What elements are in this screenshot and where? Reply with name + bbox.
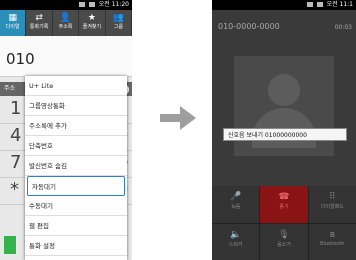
tab-contacts[interactable]: 👤 주소록	[53, 10, 80, 36]
arrow-right-icon	[160, 106, 196, 130]
phone-screen-dialer: 오전 11:20 ▦ 다이얼 ⇄ 통화기록 👤 주소록 ★ 즐겨찾기 👥 그룹 010 1…	[0, 0, 132, 260]
caller-number: 010-0000-0000	[218, 22, 280, 31]
menu-item-hide-caller-id[interactable]: 발신번호 숨김	[25, 156, 127, 176]
dialed-number-field[interactable]: 010	[0, 36, 132, 77]
status-time: 오전 11:20	[98, 1, 129, 8]
status-bar: 오전 11:1	[212, 0, 356, 10]
speaker-icon: 🔈	[230, 229, 242, 240]
signal-icon	[306, 2, 313, 7]
tab-groups[interactable]: 👥 그룹	[106, 10, 132, 36]
call-button[interactable]	[4, 236, 16, 254]
toast-message: 신호음 보내기 01000000000	[223, 128, 347, 141]
tab-dial[interactable]: ▦ 다이얼	[0, 10, 27, 36]
group-icon: 👥	[112, 13, 124, 23]
call-duration: 00:03	[334, 24, 352, 31]
bluetooth-button[interactable]: ʙ Bluetooth	[308, 223, 356, 260]
tab-call-log[interactable]: ⇄ 통화기록	[26, 10, 53, 36]
mute-icon: 🎙	[278, 229, 290, 240]
record-button[interactable]: 🎤 녹음	[212, 186, 260, 223]
tab-favorites[interactable]: ★ 즐겨찾기	[79, 10, 106, 36]
call-controls: 🎤 녹음 ☎ 종기 ⠿ 다이얼패드 🔈 스피커 🎙 음소거 ʙ Bluetooth	[212, 186, 356, 260]
keypad-icon: ▦	[8, 13, 17, 23]
mute-button[interactable]: 🎙 음소거	[260, 223, 308, 260]
menu-item-call-settings[interactable]: 통화 설정	[25, 236, 127, 256]
dialer-tabs: ▦ 다이얼 ⇄ 통화기록 👤 주소록 ★ 즐겨찾기 👥 그룹	[0, 10, 132, 36]
keypad-icon: ⠿	[329, 192, 336, 202]
star-icon: ★	[87, 13, 96, 23]
dialed-number: 010	[6, 50, 35, 68]
bluetooth-icon: ʙ	[329, 229, 335, 240]
end-call-icon: ☎	[278, 192, 290, 202]
status-bar: 오전 11:20	[0, 0, 132, 10]
call-log-icon: ⇄	[35, 13, 43, 23]
battery-icon	[316, 2, 323, 7]
speaker-button[interactable]: 🔈 스피커	[212, 223, 260, 260]
dialpad-button[interactable]: ⠿ 다이얼패드	[308, 186, 356, 223]
status-time: 오전 11:1	[326, 1, 353, 8]
signal-icon	[78, 2, 85, 7]
menu-item-speed-dial[interactable]: 단축번호	[25, 136, 127, 156]
avatar-head-icon	[268, 74, 300, 106]
menu-item-manual-wait[interactable]: 수동대기	[25, 196, 127, 216]
person-icon: 👤	[59, 13, 72, 23]
options-menu: U+ Lite 그룹영상통화 주소록에 추가 단축번호 발신번호 숨김 자동대기…	[25, 76, 127, 260]
menu-item-auto-wait[interactable]: 자동대기	[27, 176, 125, 196]
menu-item-group-video-call[interactable]: 그룹영상통화	[25, 96, 127, 116]
end-call-button[interactable]: ☎ 종기	[260, 186, 308, 223]
phone-screen-in-call: 오전 11:1 010-0000-0000 00:03 신호음 보내기 0100…	[212, 0, 356, 260]
mic-icon: 🎤	[230, 192, 242, 202]
menu-item-uplus-lite[interactable]: U+ Lite	[25, 76, 127, 96]
menu-item-add-to-contacts[interactable]: 주소록에 추가	[25, 116, 127, 136]
menu-item-web-edit[interactable]: 웹 편집	[25, 216, 127, 236]
battery-icon	[88, 2, 95, 7]
